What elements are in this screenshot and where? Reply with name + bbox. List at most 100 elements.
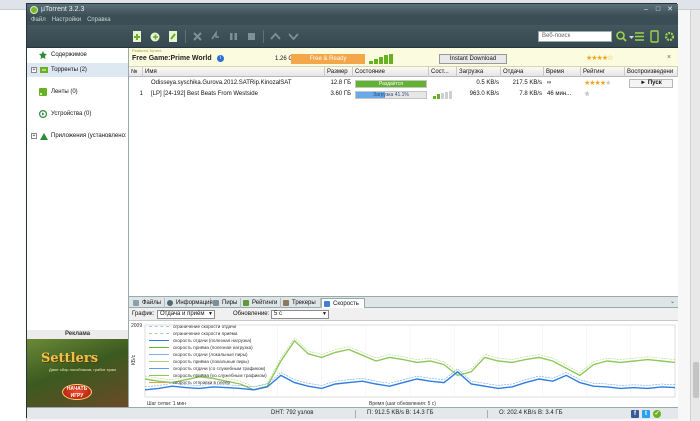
facebook-icon[interactable]: f: [631, 410, 639, 418]
remove-icon[interactable]: [191, 30, 204, 43]
legend-entry: скорость приёма (локальные пиры): [149, 358, 267, 365]
featured-game-title[interactable]: Free Game:Prime World: [132, 55, 212, 62]
torrent-table-header: № Имя Размер Состояние Сост... Загрузка …: [129, 67, 678, 77]
legend-swatch: [149, 368, 169, 369]
files-icon: [133, 300, 139, 306]
legend-entry: ограничение скорости отдачи: [149, 323, 267, 330]
table-row[interactable]: 1 [LP] [24-192] Best Beats From Westside…: [129, 89, 678, 100]
legend-entry: скорость приёма (со служебным трафиком): [149, 372, 267, 379]
sidebar-item-torrents[interactable]: + Торренты (2): [27, 63, 128, 77]
legend-label: скорость отдачи (локальные пиры): [173, 352, 248, 357]
legend-label: скорость приёма (со служебным трафиком): [173, 373, 267, 378]
speed-graph: 2009 КБ/с Шаг сетки: 1 мин Время (шаг об…: [129, 321, 678, 407]
background-scrollbar[interactable]: [690, 10, 700, 421]
status-ok-icon[interactable]: ✓: [653, 410, 661, 418]
collapse-panel-icon[interactable]: ⌄: [670, 298, 675, 305]
row-upload-speed: 7.8 KB/s: [519, 91, 542, 97]
sidebar: Содержимое + Торренты (2) Ленты (0) Устр…: [27, 48, 129, 407]
download-status: П: 912.5 KB/s В: 14.3 ГБ: [367, 410, 434, 416]
add-torrent-icon[interactable]: [131, 30, 144, 43]
free-ready-badge[interactable]: Free & Ready: [291, 54, 365, 64]
utorrent-window: µTorrent 3.2.3 – □ ✕ Файл Настройки Спра…: [26, 3, 678, 419]
sidebar-item-devices[interactable]: Устройства (0): [27, 107, 128, 121]
col-number[interactable]: №: [129, 67, 143, 77]
sidebar-item-apps[interactable]: + Приложения (установлено:: [27, 129, 128, 143]
web-search-input[interactable]: Веб-поиск: [538, 31, 612, 42]
start-icon[interactable]: [209, 30, 222, 43]
pause-icon[interactable]: [227, 30, 240, 43]
col-upload[interactable]: Отдача: [501, 67, 544, 77]
star-icon: [39, 51, 47, 59]
col-state[interactable]: Состояние: [353, 67, 429, 77]
move-down-icon[interactable]: [287, 30, 300, 43]
col-health[interactable]: Сост...: [429, 67, 457, 77]
close-icon[interactable]: ✕: [665, 5, 675, 14]
dht-status: DHT: 792 узлов: [271, 410, 314, 416]
list-view-icon[interactable]: [633, 30, 646, 43]
row-number: 1: [139, 91, 143, 97]
tab-files[interactable]: Файлы: [131, 298, 165, 308]
maximize-icon[interactable]: □: [653, 5, 663, 14]
remote-device-icon[interactable]: [648, 30, 661, 43]
legend-swatch: [149, 382, 169, 383]
scroll-thumb[interactable]: [693, 362, 699, 398]
instant-download-button[interactable]: Instant Download: [439, 54, 507, 64]
ad-subtitle: Дают сбор пособников, грабят храм: [49, 367, 116, 372]
table-row[interactable]: Odisseya.syschika.Gurova.2012.SATRip.Kin…: [129, 78, 678, 89]
torrents-icon: [40, 67, 48, 73]
rss-feed-icon: [39, 88, 47, 96]
expand-icon[interactable]: +: [31, 67, 37, 73]
menu-file[interactable]: Файл: [31, 16, 46, 25]
col-rating[interactable]: Рейтинг: [581, 67, 625, 77]
info-icon[interactable]: i: [217, 55, 224, 62]
expand-icon[interactable]: +: [31, 133, 37, 139]
row-number: [129, 78, 143, 89]
tab-info[interactable]: Информация: [165, 298, 213, 308]
tab-speed[interactable]: Скорость: [321, 298, 365, 308]
legend-entry: скорость отправки в плеер: [149, 379, 267, 386]
legend-swatch: [149, 340, 169, 341]
legend-label: скорость приёма (полезная нагрузка): [173, 345, 253, 350]
legend-swatch: [149, 326, 169, 327]
featured-banner: Featured Torrent Free Game:Prime World i…: [129, 48, 678, 67]
menu-help[interactable]: Справка: [87, 16, 111, 25]
tab-peers[interactable]: Пиры: [211, 298, 241, 308]
update-interval-select[interactable]: 5 с ▼: [271, 310, 329, 319]
y-max-label: 2009: [131, 323, 142, 329]
title-bar: µTorrent 3.2.3 – □ ✕: [27, 4, 678, 16]
signal-bars-icon: [369, 54, 393, 64]
detail-tabs: Файлы Информация Пиры Рейтинги Трекеры С…: [129, 296, 678, 308]
col-size[interactable]: Размер: [325, 67, 353, 77]
legend-entry: ограничение скорости приёма: [149, 330, 267, 337]
graph-legend: ограничение скорости отдачи ограничение с…: [149, 323, 267, 386]
tab-trackers[interactable]: Трекеры: [281, 298, 321, 308]
minimize-icon[interactable]: –: [641, 5, 651, 14]
row-rating-stars[interactable]: ★★★★★: [584, 89, 624, 100]
col-eta[interactable]: Время: [544, 67, 581, 77]
ad-banner-image[interactable]: Settlers Дают сбор пособников, грабят хр…: [27, 339, 128, 407]
stop-icon[interactable]: [245, 30, 258, 43]
ad-play-button[interactable]: НАЧАТЬ ИГРУ: [62, 384, 92, 400]
menu-settings[interactable]: Настройки: [52, 16, 81, 25]
row-rating-stars[interactable]: ★★★★★: [584, 78, 624, 89]
col-name[interactable]: Имя: [143, 67, 325, 77]
col-playback[interactable]: Воспроизведени: [625, 67, 678, 77]
gear-icon[interactable]: [663, 30, 676, 43]
tab-ratings[interactable]: Рейтинги: [241, 298, 281, 308]
create-torrent-icon[interactable]: [167, 30, 180, 43]
device-icon: [39, 110, 47, 118]
legend-label: ограничение скорости отдачи: [173, 324, 237, 329]
sidebar-item-content[interactable]: Содержимое: [27, 48, 128, 62]
graph-type-select[interactable]: Отдача и приём ▼: [157, 310, 215, 319]
col-download[interactable]: Загрузка: [457, 67, 501, 77]
add-url-icon[interactable]: [149, 30, 162, 43]
toolbar: Веб-поиск: [27, 25, 678, 48]
twitter-icon[interactable]: t: [642, 410, 650, 418]
banner-close-icon[interactable]: ×: [667, 54, 671, 61]
legend-entry: скорость отдачи (полезная нагрузка): [149, 337, 267, 344]
graph-controls: График: Отдача и приём ▼ Обновление: 5 с ▼: [129, 308, 678, 321]
move-up-icon[interactable]: [269, 30, 282, 43]
row-play-button[interactable]: ► Пуск: [629, 79, 673, 88]
search-dropdown-icon[interactable]: [625, 30, 634, 43]
sidebar-item-feeds[interactable]: Ленты (0): [27, 85, 128, 99]
